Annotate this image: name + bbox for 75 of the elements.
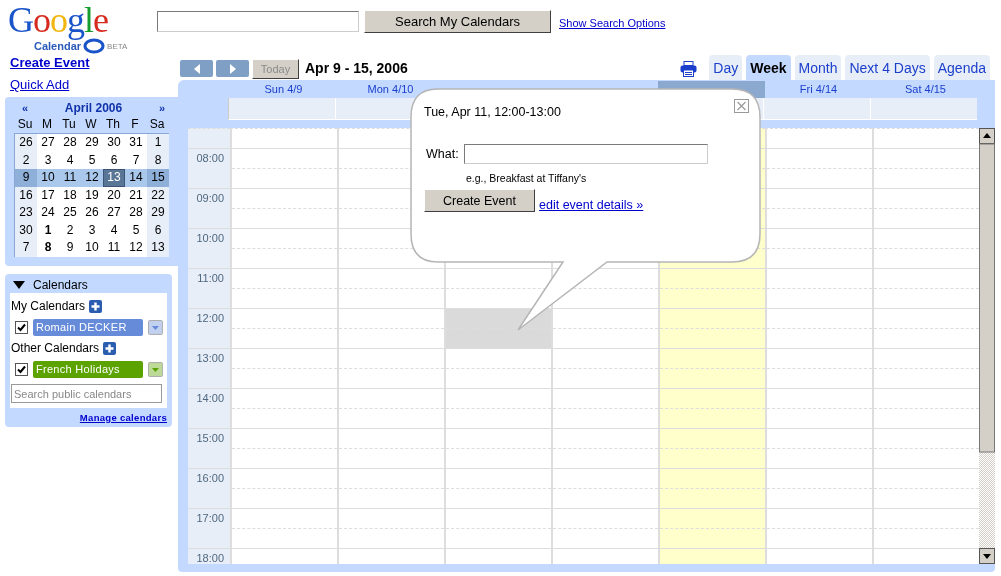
mini-calendar-day[interactable]: 27	[103, 204, 125, 222]
view-tab[interactable]: Next 4 Days	[845, 55, 930, 80]
calendar-group-label: My Calendars	[11, 299, 86, 313]
mini-calendar-day[interactable]: 9	[15, 169, 37, 187]
mini-calendar-day[interactable]: 29	[81, 134, 103, 152]
next-month-link[interactable]: »	[158, 102, 165, 114]
logo-wordmark: Google	[8, 0, 108, 42]
edit-event-details-link[interactable]: edit event details »	[539, 198, 644, 212]
search-public-calendars-field[interactable]: Search public calendars	[11, 384, 162, 403]
day-header[interactable]: Sun 4/9	[230, 81, 337, 98]
mini-calendar-day[interactable]: 27	[37, 134, 59, 152]
hour-label: 10:00	[188, 228, 230, 268]
weekday-label: F	[130, 116, 140, 133]
mini-calendar-day[interactable]: 31	[125, 134, 147, 152]
mini-calendar-day[interactable]: 23	[15, 204, 37, 222]
hour-label: 14:00	[188, 388, 230, 428]
weekday-label: Su	[16, 116, 34, 133]
mini-calendar-day[interactable]: 10	[37, 169, 59, 187]
beta-label: BETA	[107, 41, 128, 51]
mini-calendar-day[interactable]: 14	[125, 169, 147, 187]
mini-calendar-day[interactable]: 30	[103, 134, 125, 152]
view-tab[interactable]: Month	[794, 55, 842, 80]
hour-label: 09:00	[188, 188, 230, 228]
hour-label: 13:00	[188, 348, 230, 388]
popup-title: Tue, Apr 11, 12:00-13:00	[424, 105, 561, 119]
day-header[interactable]: Fri 4/14	[765, 81, 872, 98]
weekday-label: W	[84, 116, 98, 133]
mini-calendar-day[interactable]: 13	[147, 239, 169, 257]
hour-label: 08:00	[188, 148, 230, 188]
mini-calendar-day[interactable]: 9	[59, 239, 81, 257]
mini-calendar-day[interactable]: 25	[59, 204, 81, 222]
mini-calendar-day[interactable]: 15	[147, 169, 169, 187]
create-event-button[interactable]: Create Event	[424, 189, 535, 212]
mini-calendar-day[interactable]: 28	[59, 134, 81, 152]
mini-calendar-day[interactable]: 29	[147, 204, 169, 222]
date-range: Apr 9 - 15, 2006	[305, 60, 408, 76]
day-header[interactable]: Sat 4/15	[872, 81, 979, 98]
mini-calendar-day[interactable]: 1	[147, 134, 169, 152]
mini-calendar-day[interactable]: 24	[37, 204, 59, 222]
mini-calendar-day[interactable]: 12	[81, 169, 103, 187]
mini-calendar-day[interactable]: 7	[15, 239, 37, 257]
hour-label: 17:00	[188, 508, 230, 548]
logo-product-name: Calendar	[34, 40, 82, 52]
mini-calendar-day[interactable]: 8	[37, 239, 59, 257]
sidebar-link[interactable]: Create Event	[0, 52, 178, 74]
previous-month-link[interactable]: «	[22, 102, 29, 114]
weekday-label: Sa	[148, 116, 166, 133]
what-label: What:	[426, 147, 459, 161]
view-tab[interactable]: Day	[709, 55, 743, 80]
hour-label: 12:00	[188, 308, 230, 348]
mini-calendar-day[interactable]: 11	[59, 169, 81, 187]
month-title: April 2006	[64, 101, 123, 115]
view-tab[interactable]: Agenda	[933, 55, 990, 80]
hour-label: 16:00	[188, 468, 230, 508]
hour-label: 18:00	[188, 548, 230, 564]
hour-label: 15:00	[188, 428, 230, 468]
mini-calendar-day[interactable]: 26	[81, 204, 103, 222]
mini-calendar-day[interactable]: 13	[103, 169, 125, 187]
weekday-label: Tu	[61, 116, 77, 133]
search-button[interactable]: Search My Calendars	[364, 10, 551, 33]
view-tab[interactable]: Week	[746, 55, 791, 80]
mini-calendar-day[interactable]: 26	[15, 134, 37, 152]
weekday-label: Th	[105, 116, 121, 133]
sidebar-link[interactable]: Quick Add	[0, 74, 178, 96]
mini-calendar-day[interactable]: 11	[103, 239, 125, 257]
calendars-heading: Calendars	[33, 277, 88, 292]
search-options-link[interactable]: Show Search Options	[559, 17, 666, 29]
hour-label: 11:00	[188, 268, 230, 308]
manage-calendars-link[interactable]: Manage calendars	[79, 412, 167, 423]
mini-calendar-day[interactable]: 10	[81, 239, 103, 257]
mini-calendar-day[interactable]: 28	[125, 204, 147, 222]
mini-calendar-day[interactable]: 12	[125, 239, 147, 257]
weekday-label: M	[41, 116, 53, 133]
hint-text: e.g., Breakfast at Tiffany's	[466, 172, 587, 184]
calendar-group-label: Other Calendars	[11, 341, 100, 355]
